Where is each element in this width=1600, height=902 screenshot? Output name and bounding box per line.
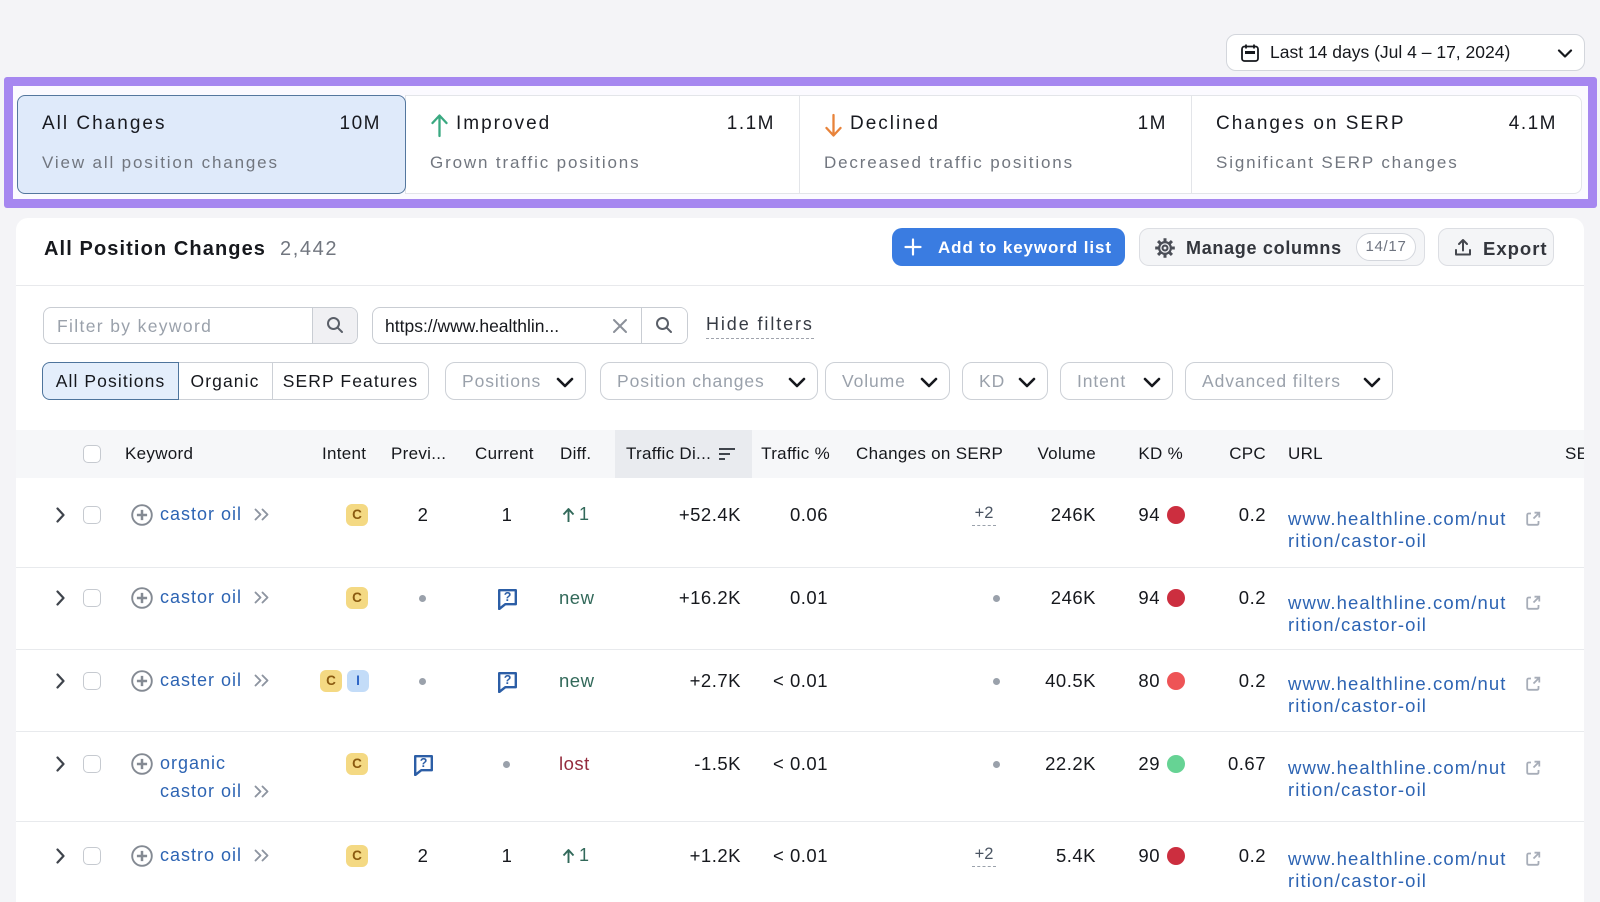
- svg-text:?: ?: [504, 673, 512, 687]
- svg-text:?: ?: [504, 590, 512, 604]
- svg-text:?: ?: [420, 756, 428, 770]
